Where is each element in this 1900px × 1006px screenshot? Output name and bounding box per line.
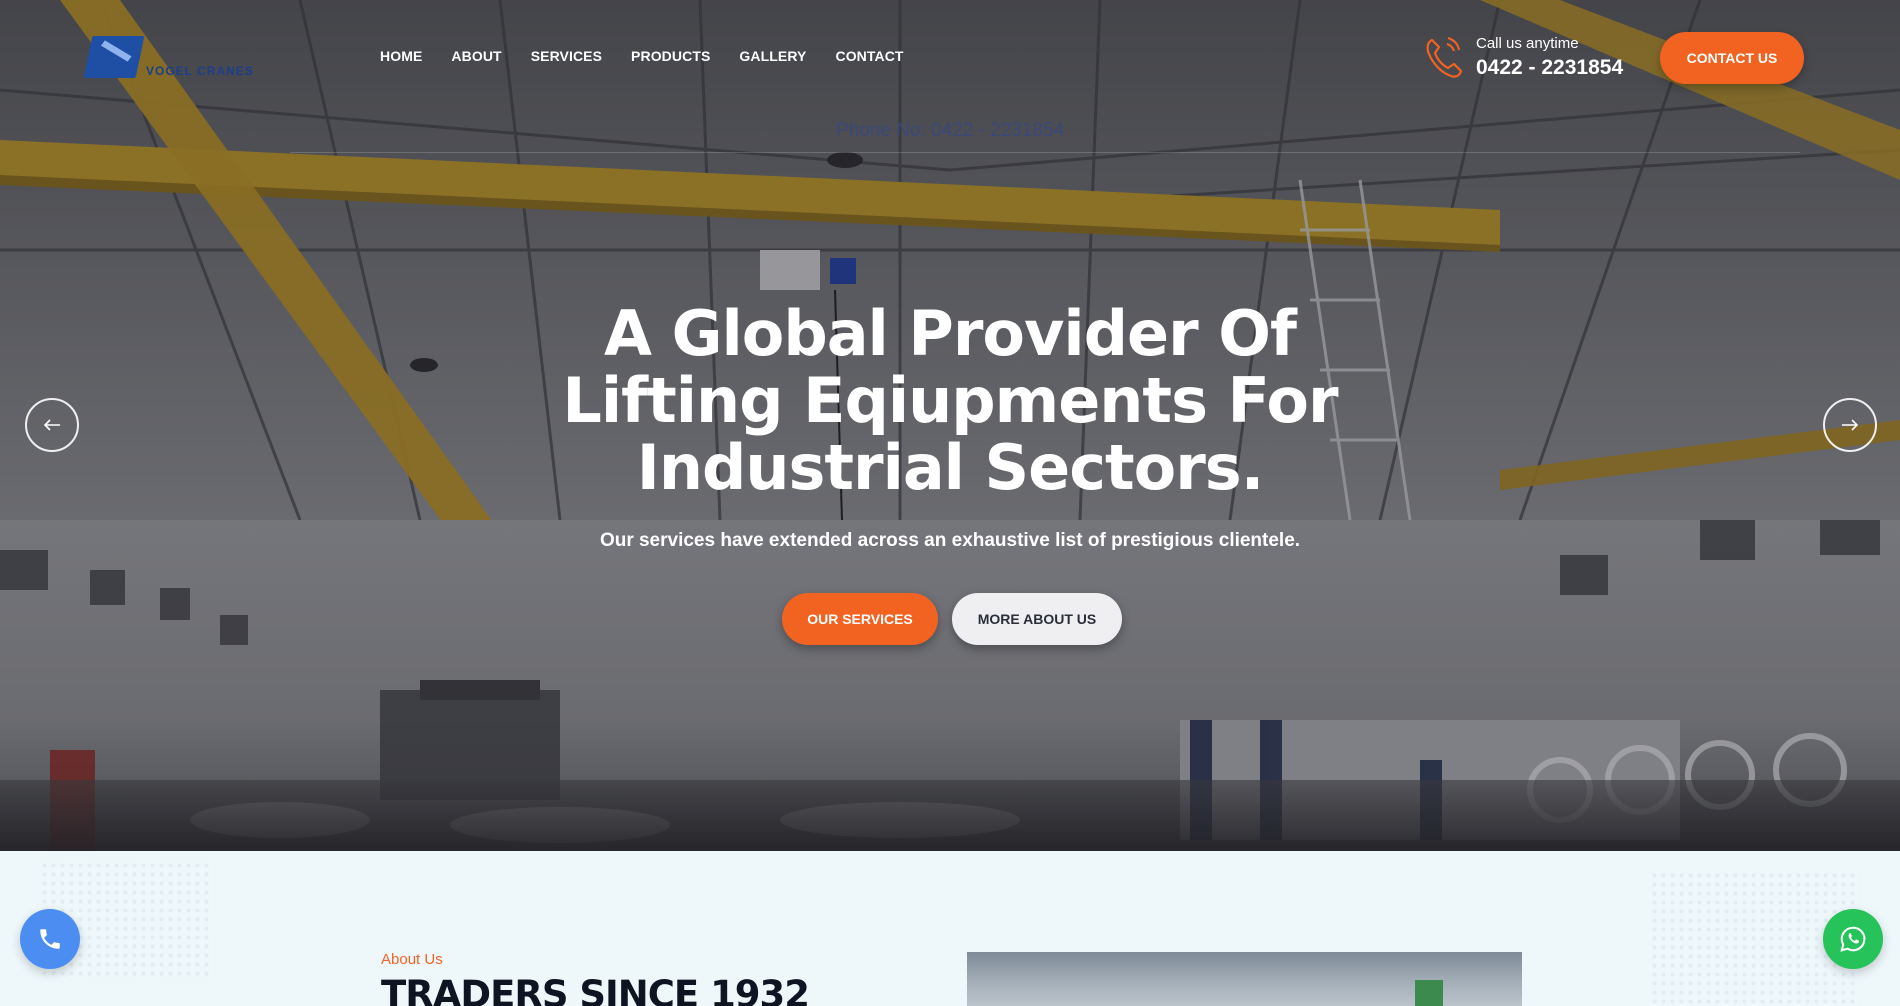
whatsapp-icon [1840,926,1866,952]
header-divider [290,152,1800,153]
nav-home[interactable]: HOME [380,48,422,64]
site-logo[interactable]: VOGEL CRANES [83,36,288,82]
our-services-button[interactable]: OUR SERVICES [782,593,938,645]
site-header: VOGEL CRANES HOME ABOUT SERVICES PRODUCT… [0,0,1900,120]
arrow-right-icon [1842,419,1859,431]
phone-number-strip: Phone No: 0422 - 2231854 [835,120,1065,141]
about-label: About Us [381,951,443,968]
arrow-left-icon [43,419,60,431]
nav-services[interactable]: SERVICES [531,48,602,64]
phone-icon [1426,37,1463,78]
floating-whatsapp-button[interactable] [1823,909,1883,969]
hero-title: A Global Provider Of Lifting Eqiupments … [560,300,1340,501]
logo-text: VOGEL CRANES [146,64,254,78]
hero-title-line-3: Industrial Sectors. [636,431,1264,504]
nav-contact[interactable]: CONTACT [835,48,903,64]
about-section: About Us TRADERS SINCE 1932 [0,851,1900,1006]
main-nav: HOME ABOUT SERVICES PRODUCTS GALLERY CON… [380,48,904,64]
logo-mark-icon [83,36,145,78]
contact-us-button[interactable]: CONTACT US [1660,32,1804,84]
hero-subtitle: Our services have extended across an exh… [599,530,1301,551]
nav-about[interactable]: ABOUT [451,48,501,64]
slider-next-button[interactable] [1823,398,1877,452]
about-title: TRADERS SINCE 1932 [381,973,810,1006]
floating-call-button[interactable] [20,909,80,969]
more-about-us-button[interactable]: MORE ABOUT US [952,593,1122,645]
about-image [967,952,1522,1006]
slider-prev-button[interactable] [25,398,79,452]
phone-icon [40,929,60,949]
call-label: Call us anytime [1476,34,1579,52]
nav-products[interactable]: PRODUCTS [631,48,710,64]
header-call-block[interactable]: Call us anytime 0422 - 2231854 [1424,34,1623,80]
nav-gallery[interactable]: GALLERY [739,48,806,64]
hero-title-line-1: A Global Provider Of [604,297,1297,370]
call-number: 0422 - 2231854 [1476,55,1624,79]
hero-title-line-2: Lifting Eqiupments For [562,364,1338,437]
